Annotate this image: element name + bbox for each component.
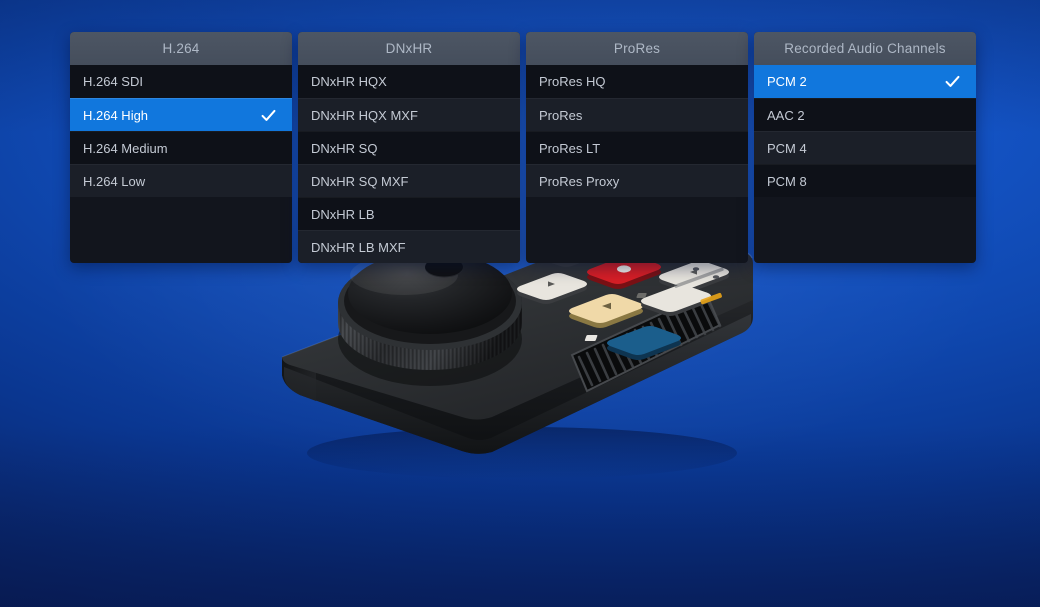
checkmark-icon	[260, 107, 277, 124]
menu-item-pcm-8[interactable]: PCM 8	[754, 164, 976, 197]
panel-h264: H.264 H.264 SDI H.264 High H.264 Medium …	[70, 32, 292, 263]
menu-item-h264-low[interactable]: H.264 Low	[70, 164, 292, 197]
codec-menu-panels: H.264 H.264 SDI H.264 High H.264 Medium …	[70, 32, 976, 263]
menu-item-label: PCM 2	[767, 74, 807, 89]
menu-item-label: PCM 4	[767, 140, 807, 156]
menu-item-prores-proxy[interactable]: ProRes Proxy	[526, 164, 748, 197]
menu-item-label: DNxHR HQX MXF	[311, 107, 418, 123]
menu-item-dnxhr-lb-mxf[interactable]: DNxHR LB MXF	[298, 230, 520, 263]
panel-prores: ProRes ProRes HQ ProRes ProRes LT ProRes…	[526, 32, 748, 263]
menu-item-dnxhr-hqx[interactable]: DNxHR HQX	[298, 65, 520, 98]
menu-item-dnxhr-hqx-mxf[interactable]: DNxHR HQX MXF	[298, 98, 520, 131]
panel-dnxhr: DNxHR DNxHR HQX DNxHR HQX MXF DNxHR SQ D…	[298, 32, 520, 263]
menu-item-label: AAC 2	[767, 107, 805, 123]
panel-audio-channels: Recorded Audio Channels PCM 2 AAC 2 PCM …	[754, 32, 976, 263]
menu-item-label: H.264 SDI	[83, 74, 143, 89]
menu-item-label: PCM 8	[767, 173, 807, 189]
menu-item-dnxhr-lb[interactable]: DNxHR LB	[298, 197, 520, 230]
menu-item-label: ProRes	[539, 107, 583, 123]
menu-item-h264-high[interactable]: H.264 High	[70, 98, 292, 131]
menu-item-prores[interactable]: ProRes	[526, 98, 748, 131]
panel-prores-title: ProRes	[526, 32, 748, 65]
menu-item-label: DNxHR LB	[311, 206, 375, 222]
menu-item-aac-2[interactable]: AAC 2	[754, 98, 976, 131]
panel-dnxhr-title: DNxHR	[298, 32, 520, 65]
menu-item-label: DNxHR HQX	[311, 74, 387, 89]
menu-item-label: DNxHR LB MXF	[311, 239, 406, 255]
menu-item-prores-hq[interactable]: ProRes HQ	[526, 65, 748, 98]
panel-h264-title: H.264	[70, 32, 292, 65]
menu-item-h264-sdi[interactable]: H.264 SDI	[70, 65, 292, 98]
checkmark-icon	[944, 73, 961, 90]
menu-item-h264-medium[interactable]: H.264 Medium	[70, 131, 292, 164]
menu-item-label: DNxHR SQ MXF	[311, 173, 409, 189]
panel-audio-channels-list: PCM 2 AAC 2 PCM 4 PCM 8	[754, 65, 976, 197]
panel-prores-list: ProRes HQ ProRes ProRes LT ProRes Proxy	[526, 65, 748, 197]
menu-item-label: H.264 High	[83, 107, 149, 123]
panel-audio-channels-title: Recorded Audio Channels	[754, 32, 976, 65]
menu-item-dnxhr-sq-mxf[interactable]: DNxHR SQ MXF	[298, 164, 520, 197]
menu-item-label: ProRes HQ	[539, 74, 606, 89]
menu-item-label: ProRes LT	[539, 140, 601, 156]
menu-item-pcm-4[interactable]: PCM 4	[754, 131, 976, 164]
menu-item-prores-lt[interactable]: ProRes LT	[526, 131, 748, 164]
menu-item-label: DNxHR SQ	[311, 140, 378, 156]
panel-dnxhr-list: DNxHR HQX DNxHR HQX MXF DNxHR SQ DNxHR S…	[298, 65, 520, 263]
menu-item-dnxhr-sq[interactable]: DNxHR SQ	[298, 131, 520, 164]
menu-item-pcm-2[interactable]: PCM 2	[754, 65, 976, 98]
menu-item-label: ProRes Proxy	[539, 173, 620, 189]
menu-item-label: H.264 Low	[83, 173, 146, 189]
panel-h264-list: H.264 SDI H.264 High H.264 Medium H.264 …	[70, 65, 292, 197]
menu-item-label: H.264 Medium	[83, 140, 168, 156]
jog-wheel[interactable]	[338, 252, 522, 386]
